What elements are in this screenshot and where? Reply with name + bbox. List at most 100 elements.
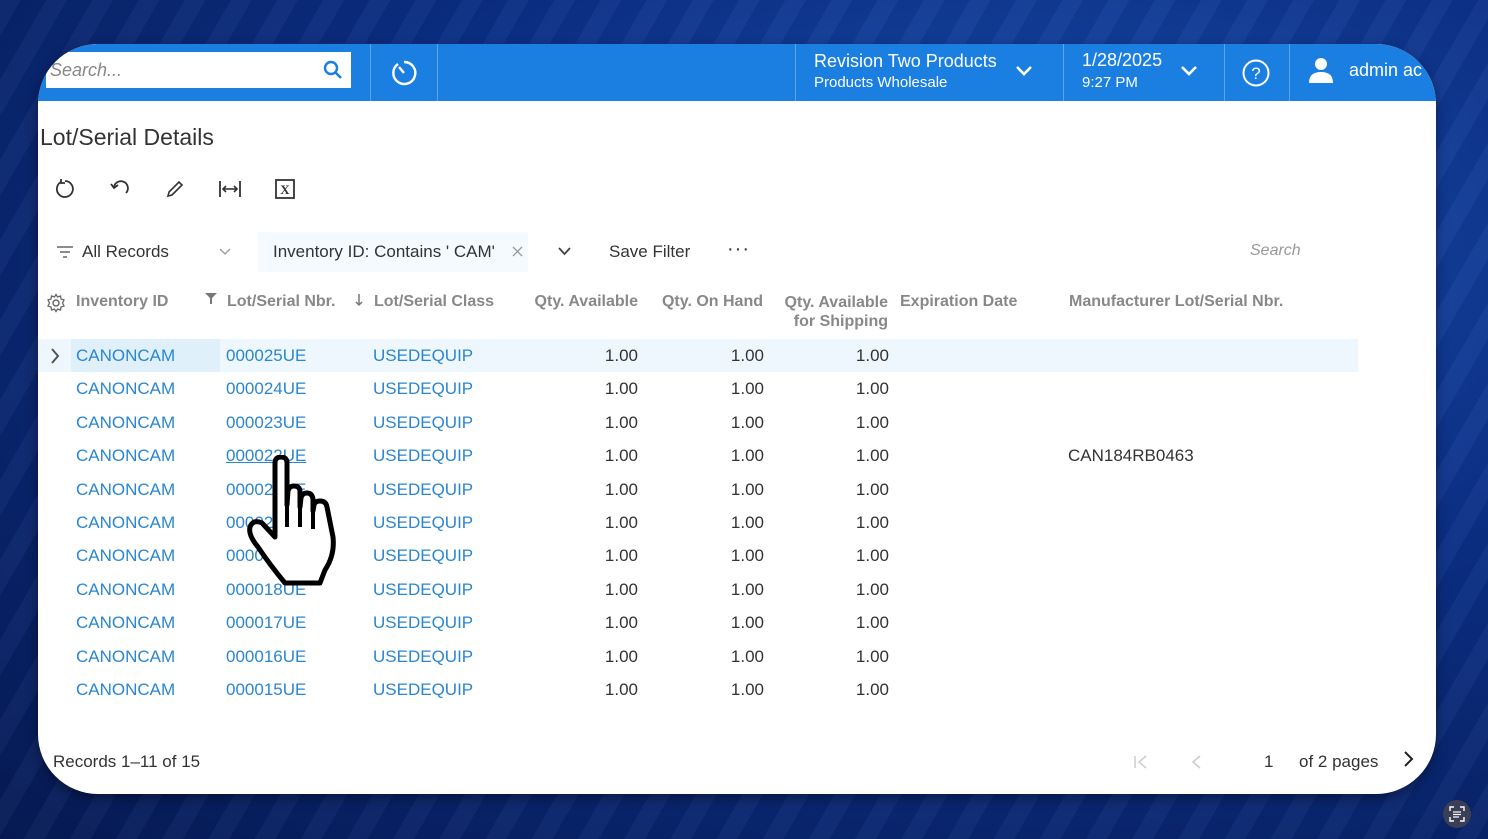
history-icon — [392, 60, 417, 85]
active-filter-chip[interactable]: Inventory ID: Contains ' CAM' — [258, 232, 528, 272]
lot-serial-nbr-link[interactable]: 000024UE — [226, 379, 306, 399]
qty-available: 1.00 — [604, 479, 638, 499]
save-filter-button[interactable]: Save Filter — [609, 242, 690, 262]
table-row[interactable]: CANONCAM 000024UE USEDEQUIP 1.00 1.00 1.00 — [38, 372, 1358, 405]
lot-serial-nbr-link[interactable]: 000020UE — [226, 513, 306, 533]
inventory-id-link[interactable]: CANONCAM — [76, 446, 175, 466]
lot-serial-class-link[interactable]: USEDEQUIP — [373, 647, 473, 667]
close-icon[interactable] — [512, 246, 523, 257]
qty-available: 1.00 — [604, 379, 638, 399]
inventory-id-link[interactable]: CANONCAM — [76, 613, 175, 633]
inventory-id-link[interactable]: CANONCAM — [76, 379, 175, 399]
lot-serial-nbr-link[interactable]: 000023UE — [226, 413, 306, 433]
lot-serial-class-link[interactable]: USEDEQUIP — [373, 546, 473, 566]
qty-on-hand: 1.00 — [730, 579, 764, 599]
previous-page-icon[interactable] — [1190, 754, 1202, 770]
lot-serial-class-link[interactable]: USEDEQUIP — [373, 379, 473, 399]
screen-capture-button[interactable] — [1443, 800, 1471, 828]
inventory-id-link[interactable]: CANONCAM — [76, 480, 175, 500]
chevron-down-icon[interactable] — [558, 247, 571, 256]
table-row[interactable]: CANONCAM 000022UE USEDEQUIP 1.00 1.00 1.00 CAN… — [38, 439, 1358, 472]
table-row[interactable]: CANONCAM 000020UE USEDEQUIP 1.00 1.00 1.00 — [38, 506, 1358, 539]
refresh-button[interactable] — [50, 174, 80, 204]
column-header-qty-available-for-shipping[interactable]: Qty. Available for Shipping — [763, 293, 888, 331]
lot-serial-class-link[interactable]: USEDEQUIP — [373, 413, 473, 433]
qty-available: 1.00 — [604, 579, 638, 599]
column-header-qty-on-hand[interactable]: Qty. On Hand — [638, 293, 763, 311]
qty-available-for-shipping: 1.00 — [855, 546, 889, 566]
column-header-lot-serial-nbr[interactable]: Lot/Serial Nbr. — [227, 293, 335, 311]
qty-available-for-shipping: 1.00 — [855, 412, 889, 432]
fit-columns-icon — [219, 181, 241, 197]
qty-on-hand: 1.00 — [730, 680, 764, 699]
qty-on-hand: 1.00 — [730, 412, 764, 432]
inventory-id-link[interactable]: CANONCAM — [76, 513, 175, 533]
business-time: 9:27 PM — [1082, 74, 1138, 91]
qty-available: 1.00 — [604, 680, 638, 699]
page-total: of 2 pages — [1299, 752, 1379, 771]
fit-columns-button[interactable] — [215, 174, 245, 204]
lot-serial-class-link[interactable]: USEDEQUIP — [373, 446, 473, 466]
edit-button[interactable] — [160, 174, 190, 204]
grid-search-input[interactable]: Search — [1250, 242, 1301, 260]
lot-serial-class-link[interactable]: USEDEQUIP — [373, 513, 473, 533]
global-search[interactable] — [46, 52, 351, 88]
column-header-manufacturer-lot-serial-nbr[interactable]: Manufacturer Lot/Serial Nbr. — [1069, 293, 1283, 311]
table-row[interactable]: CANONCAM 000015UE USEDEQUIP 1.00 1.00 1.00 — [38, 673, 1358, 706]
lot-serial-nbr-link[interactable]: 000017UE — [226, 613, 306, 633]
inventory-id-link[interactable]: CANONCAM — [76, 413, 175, 433]
column-header-qty-available[interactable]: Qty. Available — [508, 293, 638, 311]
more-options-button[interactable]: ··· — [727, 238, 750, 261]
lot-serial-class-link[interactable]: USEDEQUIP — [373, 346, 473, 366]
inventory-id-link[interactable]: CANONCAM — [76, 647, 175, 667]
user-menu[interactable]: admin ac — [1289, 44, 1436, 101]
search-icon[interactable] — [321, 58, 345, 82]
header-line-1: Qty. Available — [784, 294, 888, 311]
lot-serial-class-link[interactable]: USEDEQUIP — [373, 613, 473, 633]
qty-available: 1.00 — [604, 446, 638, 466]
inventory-id-link[interactable]: CANONCAM — [76, 680, 175, 700]
inventory-id-link[interactable]: CANONCAM — [76, 546, 175, 566]
column-header-inventory-id[interactable]: Inventory ID — [76, 293, 168, 311]
qty-available-for-shipping: 1.00 — [855, 346, 889, 365]
lot-serial-nbr-link[interactable]: 000019UE — [226, 546, 306, 566]
filter-icon[interactable] — [205, 293, 217, 305]
lot-serial-class-link[interactable]: USEDEQUIP — [373, 680, 473, 700]
lot-serial-nbr-link[interactable]: 000018UE — [226, 580, 306, 600]
column-header-lot-serial-class[interactable]: Lot/Serial Class — [374, 293, 494, 311]
lot-serial-nbr-link[interactable]: 000016UE — [226, 647, 306, 667]
undo-button[interactable] — [105, 174, 135, 204]
first-page-icon[interactable] — [1132, 754, 1150, 770]
table-row[interactable]: CANONCAM 000019UE USEDEQUIP 1.00 1.00 1.00 — [38, 539, 1358, 572]
lot-serial-nbr-link[interactable]: 000021UE — [226, 480, 306, 500]
global-search-input[interactable] — [46, 58, 312, 82]
filter-bar: All Records Inventory ID: Contains ' CAM… — [38, 232, 1436, 272]
table-row[interactable]: CANONCAM 000025UE USEDEQUIP 1.00 1.00 1.00 — [38, 339, 1358, 372]
company-selector[interactable]: Revision Two Products Products Wholesale — [795, 44, 1063, 101]
table-row[interactable]: CANONCAM 000018UE USEDEQUIP 1.00 1.00 1.00 — [38, 573, 1358, 606]
chevron-right-icon[interactable] — [50, 348, 60, 364]
recent-history-button[interactable] — [371, 44, 437, 101]
table-row[interactable]: CANONCAM 000023UE USEDEQUIP 1.00 1.00 1.00 — [38, 406, 1358, 439]
qty-available: 1.00 — [604, 646, 638, 666]
column-header-expiration-date[interactable]: Expiration Date — [900, 293, 1017, 311]
next-page-icon[interactable] — [1402, 750, 1414, 768]
inventory-id-link[interactable]: CANONCAM — [76, 580, 175, 600]
table-row[interactable]: CANONCAM 000016UE USEDEQUIP 1.00 1.00 1.00 — [38, 640, 1358, 673]
active-filter-text: Inventory ID: Contains ' CAM' — [273, 242, 495, 261]
lot-serial-class-link[interactable]: USEDEQUIP — [373, 580, 473, 600]
table-row[interactable]: CANONCAM 000021UE USEDEQUIP 1.00 1.00 1.00 — [38, 473, 1358, 506]
chevron-down-icon[interactable] — [219, 248, 231, 256]
lot-serial-nbr-link[interactable]: 000022UE — [226, 446, 306, 466]
inventory-id-link[interactable]: CANONCAM — [76, 346, 175, 366]
lot-serial-nbr-link[interactable]: 000015UE — [226, 680, 306, 700]
lot-serial-class-link[interactable]: USEDEQUIP — [373, 480, 473, 500]
current-page-input[interactable]: 1 — [1264, 752, 1273, 772]
table-row[interactable]: CANONCAM 000017UE USEDEQUIP 1.00 1.00 1.00 — [38, 606, 1358, 639]
business-date-selector[interactable]: 1/28/2025 9:27 PM — [1063, 44, 1223, 101]
lot-serial-nbr-link[interactable]: 000025UE — [226, 346, 306, 366]
export-excel-button[interactable]: X — [270, 174, 300, 204]
help-button[interactable]: ? — [1224, 44, 1288, 101]
gear-icon[interactable] — [46, 293, 66, 313]
filter-selector[interactable]: All Records — [56, 242, 169, 262]
